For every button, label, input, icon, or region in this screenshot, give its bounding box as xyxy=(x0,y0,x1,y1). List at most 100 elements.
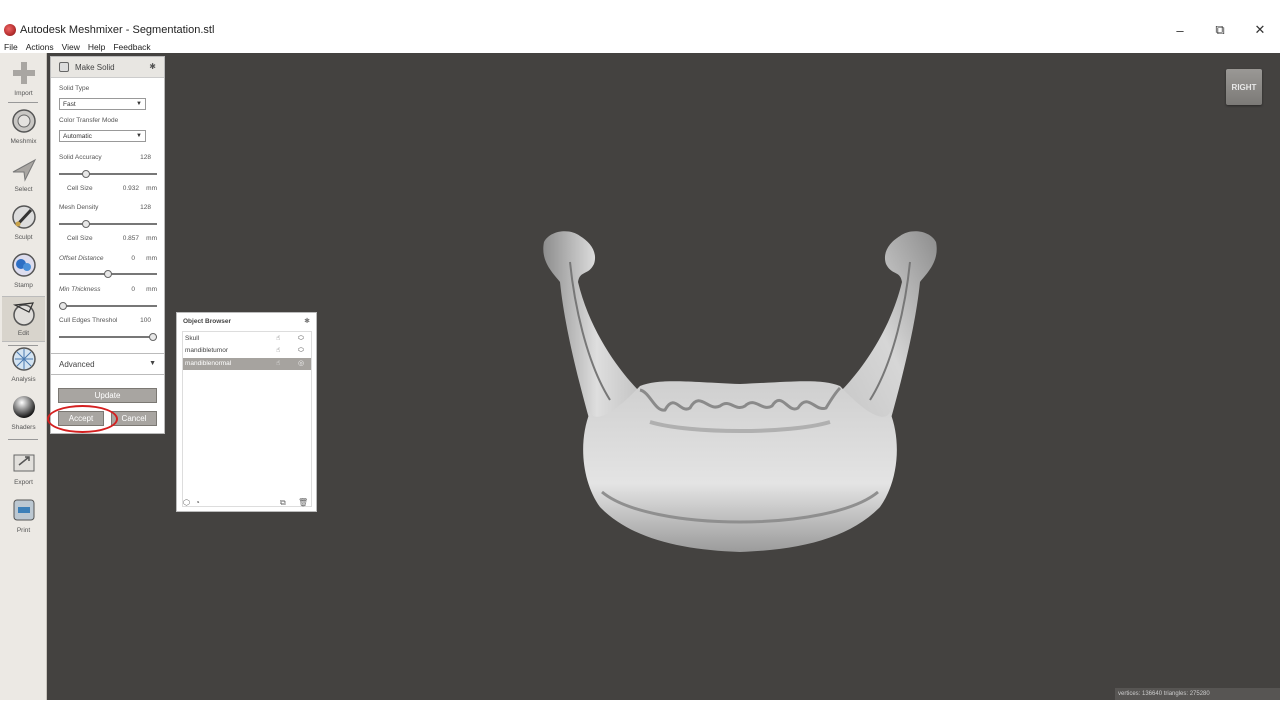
view-cube[interactable]: RIGHT xyxy=(1226,69,1262,105)
object-name: Skull xyxy=(185,335,200,342)
cull-edges-value: 100 xyxy=(140,317,151,324)
tool-print[interactable]: Print xyxy=(2,494,45,540)
tool-label: Shaders xyxy=(11,424,36,431)
menu-file[interactable]: File xyxy=(4,42,18,52)
visibility-eye-icon[interactable]: ◎ xyxy=(298,358,304,370)
window-title: Autodesk Meshmixer - Segmentation.stl xyxy=(20,24,215,36)
menu-bar: File Actions View Help Feedback xyxy=(0,40,1280,53)
solid-accuracy-slider[interactable] xyxy=(59,170,157,178)
export-icon xyxy=(13,454,34,472)
make-solid-cube-icon xyxy=(59,62,69,72)
tool-stamp[interactable]: Stamp xyxy=(2,249,45,295)
hand-pointer-icon[interactable]: ☝ xyxy=(276,358,280,370)
solid-type-dropdown[interactable]: Fast ▼ xyxy=(59,98,146,110)
sculpt-brush-icon xyxy=(11,205,36,229)
cell-size-label: Cell Size xyxy=(67,235,93,242)
duplicate-icon[interactable]: ⧉ xyxy=(280,498,286,508)
tool-analysis[interactable]: Analysis xyxy=(2,343,45,389)
slider-track xyxy=(59,336,157,338)
chevron-down-icon: ▼ xyxy=(136,133,142,139)
toolbar-divider xyxy=(8,102,38,103)
slider-knob[interactable] xyxy=(82,220,90,228)
left-toolbar: Import Meshmix Select Sculpt Stamp Edit … xyxy=(0,53,47,700)
min-thickness-slider[interactable] xyxy=(59,302,157,310)
tool-label: Meshmix xyxy=(10,138,37,145)
tool-export[interactable]: Export xyxy=(2,446,45,492)
offset-distance-value: 0 xyxy=(131,255,135,262)
minimize-button[interactable]: – xyxy=(1160,20,1200,40)
meshmix-icon xyxy=(11,109,36,133)
cell-size-value: 0.932 xyxy=(122,185,139,192)
offset-distance-slider[interactable] xyxy=(59,270,157,278)
mesh-density-value: 128 xyxy=(140,204,151,211)
offset-distance-label: Offset Distance xyxy=(59,255,104,262)
object-name: mandibletumor xyxy=(185,347,228,354)
slider-knob[interactable] xyxy=(149,333,157,341)
menu-actions[interactable]: Actions xyxy=(26,42,54,52)
cube-icon[interactable]: ⬡ xyxy=(183,498,190,507)
advanced-section-toggle[interactable]: Advanced ▼ xyxy=(51,353,164,375)
min-thickness-value: 0 xyxy=(131,286,135,293)
stamp-icon xyxy=(11,253,36,277)
slider-track xyxy=(59,223,157,225)
slider-track xyxy=(59,173,157,175)
object-browser-title: Object Browser xyxy=(183,318,232,325)
chevron-down-icon: ▼ xyxy=(136,101,142,107)
solid-type-value: Fast xyxy=(63,101,76,108)
update-button[interactable]: Update xyxy=(58,388,157,403)
cell-size-label: Cell Size xyxy=(67,185,93,192)
min-thickness-unit: mm xyxy=(146,286,157,293)
color-transfer-dropdown[interactable]: Automatic ▼ xyxy=(59,130,146,142)
tool-import[interactable]: Import xyxy=(2,57,45,103)
visibility-eye-icon[interactable]: ⬭ xyxy=(298,333,304,345)
visibility-eye-icon[interactable]: ⬭ xyxy=(298,345,304,357)
cell-size-unit: mm xyxy=(146,185,157,192)
hand-pointer-icon[interactable]: ☝ xyxy=(276,345,280,357)
meshmixer-app: Autodesk Meshmixer - Segmentation.stl – … xyxy=(0,0,1280,720)
mesh-stats: vertices: 136640 triangles: 275280 xyxy=(1115,688,1280,700)
tool-sculpt[interactable]: Sculpt xyxy=(2,201,45,247)
close-button[interactable]: ✕ xyxy=(1240,20,1280,40)
tool-label: Print xyxy=(16,527,31,534)
panel-title: Make Solid xyxy=(75,62,115,72)
object-row-mandibletumor[interactable]: mandibletumor ☝ ⬭ xyxy=(183,345,311,357)
tool-label: Analysis xyxy=(11,376,36,383)
tool-edit[interactable]: Edit xyxy=(2,296,45,342)
tool-label: Edit xyxy=(17,330,30,337)
slider-knob[interactable] xyxy=(104,270,112,278)
tool-meshmix[interactable]: Meshmix xyxy=(2,105,45,151)
menu-view[interactable]: View xyxy=(62,42,80,52)
advanced-label: Advanced xyxy=(59,359,95,369)
slider-knob[interactable] xyxy=(82,170,90,178)
offset-distance-unit: mm xyxy=(146,255,157,262)
object-list: Skull ☝ ⬭ mandibletumor ☝ ⬭ mandiblenorm… xyxy=(182,331,312,507)
gear-icon[interactable]: ✱ xyxy=(149,62,156,71)
tool-shaders[interactable]: Shaders xyxy=(2,391,45,437)
clock-icon[interactable]: ◔ xyxy=(195,498,200,507)
cull-edges-slider[interactable] xyxy=(59,333,157,341)
solid-accuracy-value: 128 xyxy=(140,154,151,161)
slider-knob[interactable] xyxy=(59,302,67,310)
tool-select[interactable]: Select xyxy=(2,153,45,199)
select-arrow-icon xyxy=(12,158,36,182)
tool-label: Import xyxy=(14,90,33,97)
cell-size-value: 0.857 xyxy=(122,235,139,242)
hand-pointer-icon[interactable]: ☝ xyxy=(276,333,280,345)
gear-icon[interactable]: ✱ xyxy=(304,317,310,325)
object-browser-header: Object Browser ✱ xyxy=(177,313,316,330)
solid-type-label: Solid Type xyxy=(59,85,90,92)
mandible-mesh-model[interactable] xyxy=(530,222,950,554)
trash-icon[interactable]: 🗑 xyxy=(298,498,308,507)
restore-button[interactable]: ⧉ xyxy=(1200,20,1240,40)
solid-accuracy-label: Solid Accuracy xyxy=(59,154,102,161)
object-browser-panel: Object Browser ✱ Skull ☝ ⬭ mandibletumor… xyxy=(176,312,317,512)
object-row-skull[interactable]: Skull ☝ ⬭ xyxy=(183,333,311,345)
object-name: mandiblenormal xyxy=(185,360,232,367)
menu-feedback[interactable]: Feedback xyxy=(113,42,150,52)
mesh-density-slider[interactable] xyxy=(59,220,157,228)
tool-label: Sculpt xyxy=(14,234,33,241)
object-row-mandiblenormal[interactable]: mandiblenormal ☝ ◎ xyxy=(183,358,311,370)
chevron-down-icon: ▼ xyxy=(149,360,156,367)
shaders-icon xyxy=(12,396,35,418)
menu-help[interactable]: Help xyxy=(88,42,105,52)
